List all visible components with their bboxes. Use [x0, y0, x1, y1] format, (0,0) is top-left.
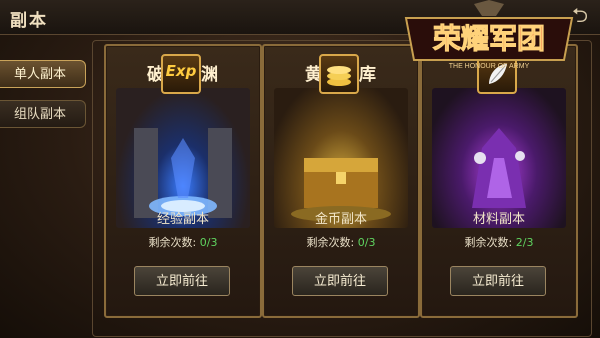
go-now-button[interactable]: 立即前往 — [134, 266, 230, 296]
card-subtitle: 金币副本 — [314, 212, 367, 227]
go-now-button[interactable]: 立即前往 — [292, 266, 388, 296]
count-value: 0/3 — [357, 236, 376, 249]
stone-portal-illustration — [134, 128, 232, 218]
treasure-chest-illustration — [291, 158, 391, 222]
go-now-button[interactable]: 立即前往 — [450, 266, 546, 296]
count-value: 2/3 — [515, 236, 534, 249]
page-title: 副本 — [10, 11, 48, 31]
gold-coins-icon — [319, 54, 359, 94]
dungeon-card-material: 材料副本 剩余次数: 2/3 立即前往 — [420, 44, 578, 318]
crystal-art — [432, 88, 566, 228]
dungeon-card-gold: 黄金宝库 金币副本 剩余次数: 0/3 立即前往 — [262, 44, 420, 318]
tab-team-dungeon[interactable]: 组队副本 — [0, 100, 86, 128]
exp-icon: Exp — [161, 54, 201, 94]
purple-crystal-illustration — [472, 128, 526, 208]
remaining-count: 剩余次数: 0/3 — [306, 236, 376, 249]
portal-art — [116, 88, 250, 228]
dungeon-screen: 副本 ⮌ 单人副本 组队副本 破碎深渊 Exp 经验副本 剩余次数: 0/3 立… — [0, 0, 600, 338]
logo-tagline: THE HONOUR OF ARMY — [449, 63, 530, 70]
dungeon-card-exp: 破碎深渊 Exp 经验副本 剩余次数: 0/3 立即前往 — [104, 44, 262, 318]
tab-solo-dungeon[interactable]: 单人副本 — [0, 60, 86, 88]
logo-text: 荣耀军团 — [433, 23, 545, 55]
remaining-count: 剩余次数: 2/3 — [464, 236, 534, 249]
game-logo: 荣耀军团 THE HONOUR OF ARMY — [404, 0, 574, 70]
treasure-art — [274, 88, 408, 228]
dungeon-tabs: 单人副本 组队副本 — [0, 60, 92, 140]
count-value: 0/3 — [199, 236, 218, 249]
remaining-count: 剩余次数: 0/3 — [148, 236, 218, 249]
card-subtitle: 经验副本 — [156, 212, 209, 227]
card-subtitle: 材料副本 — [472, 212, 525, 227]
